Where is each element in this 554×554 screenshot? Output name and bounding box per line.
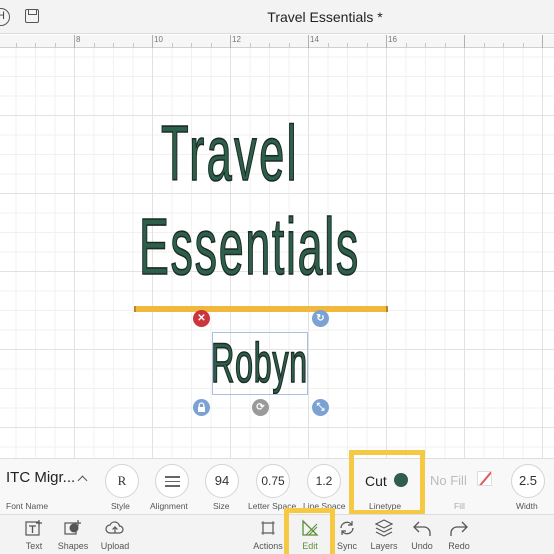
title-bar: H Travel Essentials * xyxy=(0,0,554,34)
font-name-value[interactable]: ITC Migr... xyxy=(6,469,75,486)
width-value[interactable]: 2.5 xyxy=(511,464,545,498)
ruler-label: 12 xyxy=(232,35,241,44)
edit-highlight-box xyxy=(284,508,335,554)
ruler-major-tick xyxy=(152,35,153,48)
ruler-label: 16 xyxy=(388,35,397,44)
sync-icon xyxy=(340,521,354,535)
style-button[interactable]: R xyxy=(105,464,139,498)
align-left-icon xyxy=(165,476,180,490)
ruler-minor-tick xyxy=(55,43,56,47)
design-text-travel[interactable]: Travel xyxy=(161,108,299,199)
ruler-major-tick xyxy=(542,35,543,48)
horizontal-ruler: 8 10 12 14 16 xyxy=(0,35,554,48)
redo-button[interactable]: Redo xyxy=(437,515,481,554)
letter-space-control[interactable]: 0.75 Letter Space xyxy=(248,459,300,515)
properties-toolbar: ITC Migr... Font Name R Style Alignment … xyxy=(0,458,554,514)
fill-label: Fill xyxy=(454,501,465,511)
letter-space-value[interactable]: 0.75 xyxy=(256,464,290,498)
layers-icon xyxy=(374,519,394,537)
ruler-minor-tick xyxy=(289,43,290,47)
selection-box[interactable] xyxy=(212,332,308,395)
lock-handle-icon[interactable] xyxy=(193,399,210,416)
ruler-minor-tick xyxy=(133,43,134,47)
decorative-divider-line[interactable] xyxy=(134,306,388,312)
fill-value[interactable]: No Fill xyxy=(430,473,467,488)
ruler-minor-tick xyxy=(94,43,95,47)
redo-icon xyxy=(450,521,468,536)
ruler-minor-tick xyxy=(425,43,426,47)
delete-handle-icon[interactable]: ✕ xyxy=(193,310,210,327)
ruler-minor-tick xyxy=(172,43,173,47)
ruler-minor-tick xyxy=(347,43,348,47)
font-name-control[interactable]: ITC Migr... Font Name xyxy=(0,459,98,515)
ruler-minor-tick xyxy=(113,43,114,47)
ruler-minor-tick xyxy=(16,43,17,47)
text-button[interactable]: Text xyxy=(12,515,56,554)
ruler-minor-tick xyxy=(191,43,192,47)
size-value[interactable]: 94 xyxy=(205,464,239,498)
project-title: Travel Essentials * xyxy=(267,9,383,25)
font-name-label: Font Name xyxy=(6,501,49,511)
upload-label: Upload xyxy=(100,541,130,551)
line-space-control[interactable]: 1.2 Line Space xyxy=(303,459,349,515)
ruler-minor-tick xyxy=(250,43,251,47)
ruler-major-tick xyxy=(230,35,231,48)
ruler-minor-tick xyxy=(35,43,36,47)
sync-handle-icon[interactable]: ⟳ xyxy=(252,399,269,416)
line-space-value[interactable]: 1.2 xyxy=(307,464,341,498)
actions-icon xyxy=(261,521,275,535)
rotate-handle-icon[interactable]: ↻ xyxy=(312,310,329,327)
ruler-label: 10 xyxy=(154,35,163,44)
add-icon xyxy=(0,518,2,538)
chevron-up-icon[interactable] xyxy=(77,475,88,486)
ruler-major-tick xyxy=(308,35,309,48)
ruler-minor-tick xyxy=(328,43,329,47)
resize-handle-icon[interactable]: ⤡ xyxy=(312,399,329,416)
upload-button[interactable]: Upload xyxy=(93,515,137,554)
ruler-minor-tick xyxy=(211,43,212,47)
text-icon xyxy=(25,520,42,536)
alignment-button[interactable] xyxy=(155,464,189,498)
shapes-button[interactable]: Shapes xyxy=(51,515,95,554)
linetype-highlight-box xyxy=(349,450,425,515)
ruler-major-tick xyxy=(74,35,75,48)
redo-label: Redo xyxy=(448,541,470,551)
ruler-minor-tick xyxy=(503,43,504,47)
style-label: Style xyxy=(111,501,130,511)
width-label: Width xyxy=(516,501,538,511)
fill-control[interactable]: No Fill Fill xyxy=(430,459,498,515)
size-label: Size xyxy=(213,501,230,511)
no-fill-swatch-icon[interactable] xyxy=(477,471,492,486)
shapes-label: Shapes xyxy=(57,541,89,551)
ruler-label: 14 xyxy=(310,35,319,44)
design-canvas[interactable]: Travel Essentials Robyn ✕ ↻ ⟳ ⤡ xyxy=(0,48,554,458)
ruler-major-tick xyxy=(386,35,387,48)
undo-icon xyxy=(413,521,431,536)
ruler-major-tick xyxy=(464,35,465,48)
upload-icon xyxy=(105,521,124,534)
ruler-minor-tick xyxy=(269,43,270,47)
shapes-partial-button[interactable] xyxy=(0,515,12,554)
alignment-label: Alignment xyxy=(150,501,188,511)
shapes-icon xyxy=(64,520,81,535)
style-control[interactable]: R Style xyxy=(104,459,140,515)
ruler-minor-tick xyxy=(445,43,446,47)
alignment-control[interactable]: Alignment xyxy=(150,459,196,515)
ruler-minor-tick xyxy=(484,43,485,47)
bottom-toolbar: Text Shapes Upload Actions Edit Sync Lay… xyxy=(0,514,554,554)
size-control[interactable]: 94 Size xyxy=(204,459,240,515)
text-label: Text xyxy=(25,541,43,551)
ruler-minor-tick xyxy=(406,43,407,47)
width-control[interactable]: 2.5 Width xyxy=(508,459,554,515)
design-text-essentials[interactable]: Essentials xyxy=(139,201,360,293)
ruler-minor-tick xyxy=(367,43,368,47)
ruler-label: 8 xyxy=(76,35,81,44)
ruler-minor-tick xyxy=(523,43,524,47)
